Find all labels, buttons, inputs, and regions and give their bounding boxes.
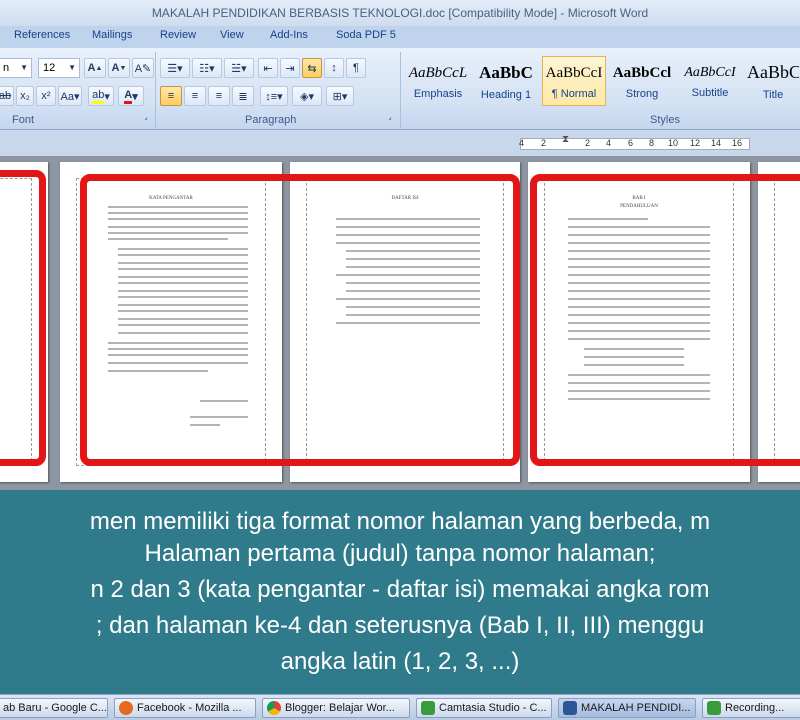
caption-line: ; dan halaman ke-4 dan seterusnya (Bab I… <box>95 612 705 639</box>
indent-marker-icon[interactable]: ⧗ <box>562 134 569 145</box>
tab-soda-pdf[interactable]: Soda PDF 5 <box>336 29 396 41</box>
style-subtitle[interactable]: AaBbCcI Subtitle <box>678 56 742 106</box>
font-size-combo[interactable]: 12 ▼ <box>38 58 80 78</box>
chevron-down-icon[interactable]: ▼ <box>20 59 28 77</box>
borders-icon[interactable]: ⊞▾ <box>326 86 354 106</box>
multilevel-list-icon[interactable]: ☱▾ <box>224 58 254 78</box>
tab-references[interactable]: References <box>14 29 70 41</box>
style-normal[interactable]: AaBbCcI ¶ Normal <box>542 56 606 106</box>
superscript-icon[interactable]: x² <box>36 86 56 106</box>
font-name-combo[interactable]: n ▼ <box>0 58 32 78</box>
paragraph-group-label: Paragraph <box>245 114 297 126</box>
window-title: MAKALAH PENDIDIKAN BERBASIS TEKNOLOGI.do… <box>151 6 649 20</box>
firefox-icon <box>119 701 133 715</box>
paragraph-dialog-launcher-icon[interactable]: ⌟ <box>385 112 395 122</box>
grow-font-icon[interactable]: A ▲ <box>84 58 106 78</box>
clear-formatting-icon[interactable]: A✎ <box>132 58 154 78</box>
taskbar-item-recording[interactable]: Recording... <box>702 698 800 718</box>
tab-mailings[interactable]: Mailings <box>92 29 132 41</box>
ruler-mark: 2 <box>541 138 547 148</box>
justify-icon[interactable]: ≣ <box>232 86 254 106</box>
align-left-icon[interactable]: ≡ <box>160 86 182 106</box>
font-group-label: Font <box>12 114 35 126</box>
align-right-icon[interactable]: ≡ <box>208 86 230 106</box>
ruler-mark: 14 <box>711 138 722 148</box>
caption-line: n 2 dan 3 (kata pengantar - daftar isi) … <box>90 576 710 603</box>
styles-group-label: Styles <box>650 114 680 126</box>
style-strong[interactable]: AaBbCcl Strong <box>610 56 674 106</box>
style-emphasis[interactable]: AaBbCcL Emphasis <box>406 56 470 106</box>
subscript-icon[interactable]: x₂ <box>16 86 34 106</box>
align-center-icon[interactable]: ≡ <box>184 86 206 106</box>
caption-overlay: men memiliki tiga format nomor halaman y… <box>0 490 800 694</box>
ribbon: n ▼ 12 ▼ A ▲ A ▼ A✎ ab x₂ x² Aa▾ ab ▾ A ▾ Font… <box>0 48 800 130</box>
camtasia-icon <box>421 701 435 715</box>
horizontal-ruler: 4 2 2 4 6 8 10 12 14 16 ⧗ <box>0 130 800 156</box>
taskbar-item-word[interactable]: MAKALAH PENDIDI... <box>558 698 696 718</box>
taskbar-item-blogger[interactable]: Blogger: Belajar Wor... <box>262 698 410 718</box>
increase-indent-icon[interactable]: ⇥ <box>280 58 300 78</box>
shading-icon[interactable]: ◈▾ <box>292 86 322 106</box>
ruler-mark: 6 <box>628 138 634 148</box>
word-icon <box>563 701 577 715</box>
caption-line: angka latin (1, 2, 3, ...) <box>280 648 520 675</box>
show-hide-icon[interactable]: ¶ <box>346 58 366 78</box>
ribbon-tabs: References Mailings Review View Add-Ins … <box>0 26 800 48</box>
tab-review[interactable]: Review <box>160 29 196 41</box>
tab-add-ins[interactable]: Add-Ins <box>270 29 308 41</box>
text-direction-icon[interactable]: ⇆ <box>302 58 322 78</box>
shrink-font-icon[interactable]: A ▼ <box>108 58 130 78</box>
taskbar-item-chrome-tab[interactable]: ab Baru - Google C... <box>0 698 108 718</box>
tab-view[interactable]: View <box>220 29 244 41</box>
highlight-icon[interactable]: ab ▾ <box>88 86 114 106</box>
ruler-mark: 16 <box>732 138 743 148</box>
bullets-icon[interactable]: ☰▾ <box>160 58 190 78</box>
ruler-mark: 8 <box>649 138 655 148</box>
divider <box>155 52 156 128</box>
chevron-down-icon[interactable]: ▼ <box>68 59 76 77</box>
sort-icon[interactable]: ↕ <box>324 58 344 78</box>
change-case-icon[interactable]: Aa▾ <box>58 86 82 106</box>
ruler-mark: 4 <box>519 138 525 148</box>
ruler-mark: 12 <box>690 138 701 148</box>
caption-line: Halaman pertama (judul) tanpa nomor hala… <box>144 540 656 567</box>
caption-line: men memiliki tiga format nomor halaman y… <box>89 508 711 535</box>
highlight-pages-2-3 <box>80 174 520 466</box>
window-title-bar: MAKALAH PENDIDIKAN BERBASIS TEKNOLOGI.do… <box>0 0 800 26</box>
chrome-icon <box>267 701 281 715</box>
recorder-icon <box>707 701 721 715</box>
ruler-mark: 2 <box>585 138 591 148</box>
ruler-mark: 10 <box>668 138 679 148</box>
taskbar-item-camtasia[interactable]: Camtasia Studio - C... <box>416 698 552 718</box>
document-page-area: KATA PENGANTAR DAFTAR ISI BAB I PENDAHUL… <box>0 156 800 490</box>
line-spacing-icon[interactable]: ↕≡▾ <box>260 86 288 106</box>
style-title[interactable]: AaBbC Title <box>746 56 800 106</box>
taskbar: ab Baru - Google C... Facebook - Mozilla… <box>0 694 800 720</box>
strikethrough-icon[interactable]: ab <box>0 86 14 106</box>
decrease-indent-icon[interactable]: ⇤ <box>258 58 278 78</box>
font-color-icon[interactable]: A ▾ <box>118 86 144 106</box>
highlight-page-1 <box>0 170 46 466</box>
style-heading-1[interactable]: AaBbC Heading 1 <box>474 56 538 106</box>
highlight-page-4-onward <box>530 174 800 466</box>
ruler-mark: 4 <box>606 138 612 148</box>
divider <box>400 52 401 128</box>
font-dialog-launcher-icon[interactable]: ⌟ <box>141 112 151 122</box>
numbering-icon[interactable]: ☷▾ <box>192 58 222 78</box>
taskbar-item-firefox[interactable]: Facebook - Mozilla ... <box>114 698 256 718</box>
